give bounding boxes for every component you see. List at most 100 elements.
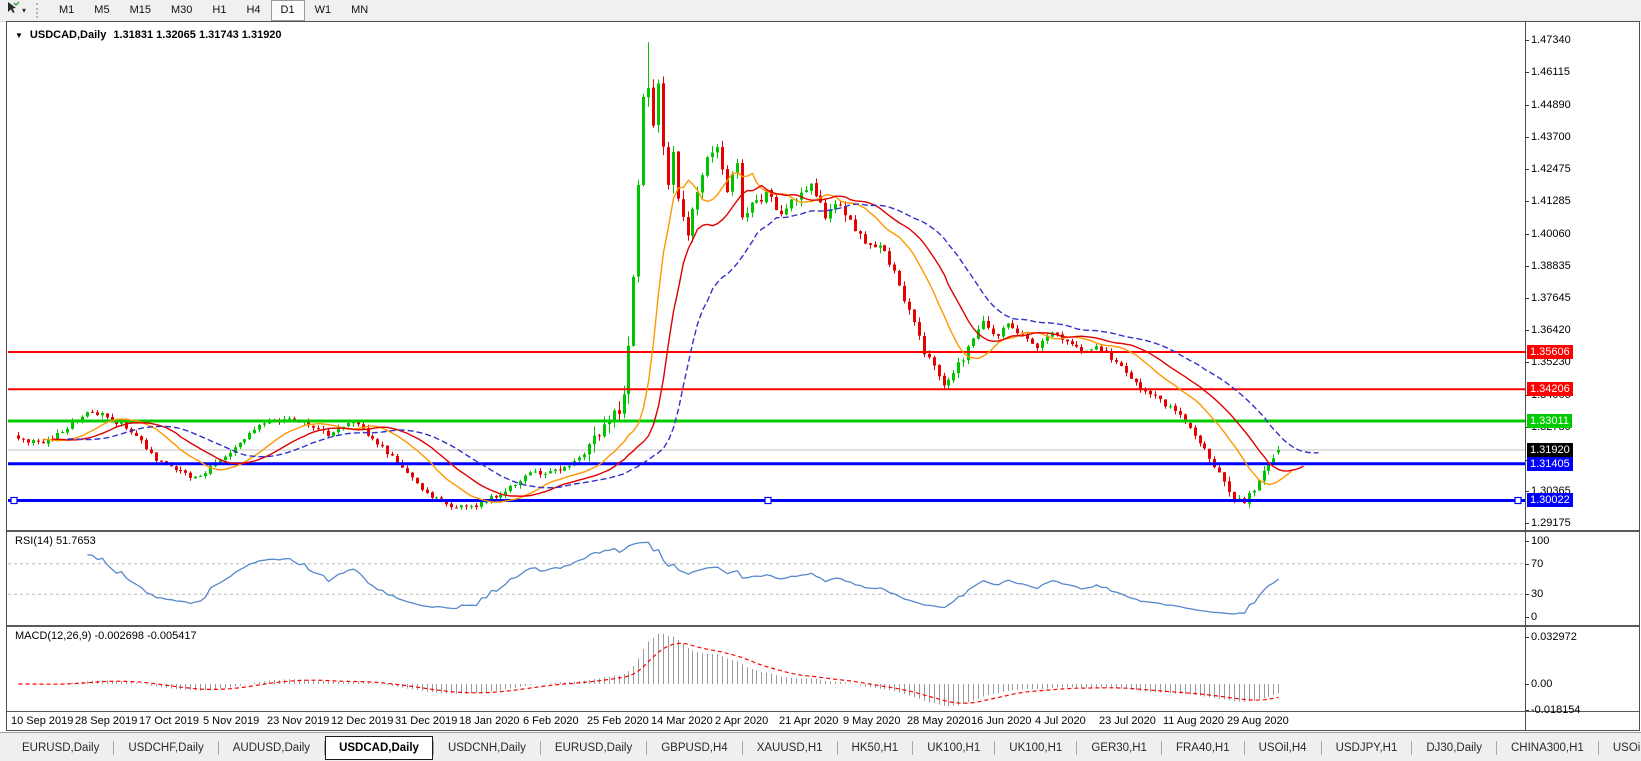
- macd-scale-label: -0.018154: [1531, 704, 1581, 716]
- chart-tab-usdcnh-daily[interactable]: USDCNH,Daily: [434, 736, 540, 760]
- macd-scale-tick: [1525, 637, 1529, 638]
- timeframe-buttons: M1 M5 M15 M30 H1 H4 D1 W1 MN: [49, 0, 378, 21]
- chart-tab-china300-h1[interactable]: CHINA300,H1: [1497, 736, 1598, 760]
- chart-tab-audusd-daily[interactable]: AUDUSD,Daily: [219, 736, 324, 760]
- current-price-badge: 1.31920: [1527, 443, 1573, 457]
- chart-tab-usdchf-daily[interactable]: USDCHF,Daily: [114, 736, 217, 760]
- chart-tab-xauusd-h1[interactable]: XAUUSD,H1: [743, 736, 837, 760]
- macd-scale-tick: [1525, 710, 1529, 711]
- date-axis-label: 25 Feb 2020: [587, 715, 649, 727]
- price-axis-label: 1.38835: [1531, 260, 1571, 272]
- price-chart-canvas: [8, 42, 1525, 707]
- macd-scale-tick: [1525, 684, 1529, 685]
- rsi-layer: [8, 541, 1524, 615]
- chart-tab-usoil-h1[interactable]: USOil,H1: [1599, 736, 1641, 760]
- price-level-badge: 1.33011: [1527, 414, 1572, 428]
- date-axis-label: 31 Dec 2019: [395, 715, 458, 727]
- price-axis-tick: [1525, 266, 1529, 267]
- hline-objects-layer[interactable]: [8, 351, 1525, 505]
- price-level-badge: 1.35606: [1527, 345, 1573, 359]
- chart-tab-usdjpy-h1[interactable]: USDJPY,H1: [1322, 736, 1412, 760]
- chart-tab-eurusd-daily[interactable]: EURUSD,Daily: [541, 736, 646, 760]
- date-axis-label: 21 Apr 2020: [779, 715, 839, 727]
- date-axis-label: 23 Nov 2019: [267, 715, 330, 727]
- chart-tabs-bar: EURUSD,Daily USDCHF,Daily AUDUSD,Daily USDC…: [0, 732, 1641, 761]
- date-axis-label: 9 May 2020: [843, 715, 901, 727]
- price-axis-tick: [1525, 523, 1529, 524]
- date-axis-label: 11 Aug 2020: [1163, 715, 1224, 727]
- cursor-tool-icon: [6, 1, 20, 20]
- timeframe-button-h1[interactable]: H1: [202, 0, 236, 21]
- date-axis-label: 6 Feb 2020: [523, 715, 579, 727]
- chart-tab-ger30-h1[interactable]: GER30,H1: [1077, 736, 1161, 760]
- chart-window[interactable]: ▼ USDCAD,Daily 1.31831 1.32065 1.31743 1…: [6, 21, 1640, 731]
- chart-tab-usdcad-daily[interactable]: USDCAD,Daily: [325, 735, 433, 760]
- price-rsi-separator[interactable]: [7, 530, 1639, 532]
- collapse-icon[interactable]: ▼: [15, 31, 23, 40]
- chart-tab-uk100-h1[interactable]: UK100,H1: [913, 736, 994, 760]
- date-axis-label: 14 Mar 2020: [651, 715, 713, 727]
- price-axis-tick: [1525, 362, 1529, 363]
- price-level-badge: 1.34206: [1527, 382, 1573, 396]
- rsi-scale-tick: [1525, 617, 1529, 618]
- chart-tab-dj30-daily[interactable]: DJ30,Daily: [1412, 736, 1496, 760]
- date-axis-label: 18 Jan 2020: [459, 715, 520, 727]
- price-axis-tick: [1525, 234, 1529, 235]
- price-level-badge: 1.31405: [1527, 457, 1573, 471]
- timeframe-button-m30[interactable]: M30: [161, 0, 202, 21]
- date-axis-label: 28 May 2020: [907, 715, 971, 727]
- moving-averages-layer: [43, 172, 1319, 503]
- chart-tabs: EURUSD,Daily USDCHF,Daily AUDUSD,Daily USDC…: [8, 733, 1641, 761]
- price-axis-tick: [1525, 201, 1529, 202]
- date-axis-label: 5 Nov 2019: [203, 715, 260, 727]
- macd-layer: [18, 633, 1279, 707]
- chart-tab-eurusd-daily[interactable]: EURUSD,Daily: [8, 736, 113, 760]
- macd-dates-separator: [7, 711, 1639, 712]
- rsi-scale-label: 0: [1531, 611, 1538, 623]
- price-axis-label: 1.42475: [1531, 163, 1571, 175]
- rsi-scale-tick: [1525, 564, 1529, 565]
- date-axis-label: 4 Jul 2020: [1035, 715, 1086, 727]
- chart-tab-fra40-h1[interactable]: FRA40,H1: [1162, 736, 1244, 760]
- date-axis-label: 10 Sep 2019: [11, 715, 74, 727]
- chart-tab-usoil-h4[interactable]: USOil,H4: [1245, 736, 1321, 760]
- rsi-scale-label: 30: [1531, 588, 1544, 600]
- timeframe-button-m1[interactable]: M1: [49, 0, 84, 21]
- price-axis-tick: [1525, 298, 1529, 299]
- price-axis-tick: [1525, 72, 1529, 73]
- price-axis-separator: [1525, 22, 1526, 730]
- price-axis-label: 1.44890: [1531, 99, 1571, 111]
- price-axis-label: 1.36420: [1531, 324, 1571, 336]
- timeframe-button-m15[interactable]: M15: [120, 0, 161, 21]
- price-axis-label: 1.29175: [1531, 517, 1571, 529]
- toolbar-grip[interactable]: [36, 3, 41, 18]
- timeframe-button-m5[interactable]: M5: [84, 0, 119, 21]
- timeframe-button-mn[interactable]: MN: [341, 0, 378, 21]
- caret-down-icon: ▾: [22, 5, 27, 15]
- date-axis-label: 2 Apr 2020: [715, 715, 769, 727]
- timeframe-button-w1[interactable]: W1: [305, 0, 342, 21]
- price-axis-tick: [1525, 169, 1529, 170]
- price-axis-label: 1.47340: [1531, 34, 1571, 46]
- price-axis-label: 1.43700: [1531, 131, 1571, 143]
- rsi-scale-label: 70: [1531, 558, 1544, 570]
- price-axis-tick: [1525, 105, 1529, 106]
- chart-tab-hk50-h1[interactable]: HK50,H1: [838, 736, 913, 760]
- chart-tab-gbpusd-h4[interactable]: GBPUSD,H4: [647, 736, 741, 760]
- cursor-tool-button[interactable]: ▾: [0, 1, 30, 20]
- date-axis-label: 29 Aug 2020: [1227, 715, 1289, 727]
- rsi-scale-tick: [1525, 541, 1529, 542]
- toolbar: ▾ M1 M5 M15 M30 H1 H4 D1 W1 MN: [0, 0, 1641, 22]
- price-axis-tick: [1525, 137, 1529, 138]
- timeframe-button-d1[interactable]: D1: [270, 0, 305, 21]
- chart-title: ▼ USDCAD,Daily 1.31831 1.32065 1.31743 1…: [15, 29, 282, 41]
- date-axis-label: 12 Dec 2019: [331, 715, 394, 727]
- chart-symbol-label: USDCAD,Daily: [29, 29, 107, 41]
- rsi-scale-tick: [1525, 594, 1529, 595]
- rsi-macd-separator[interactable]: [7, 625, 1639, 627]
- price-axis-label: 1.40060: [1531, 228, 1571, 240]
- rsi-indicator-label: RSI(14) 51.7653: [15, 535, 96, 547]
- chart-tab-uk100-h1[interactable]: UK100,H1: [995, 736, 1076, 760]
- timeframe-button-h4[interactable]: H4: [236, 0, 270, 21]
- macd-scale-label: 0.032972: [1531, 631, 1577, 643]
